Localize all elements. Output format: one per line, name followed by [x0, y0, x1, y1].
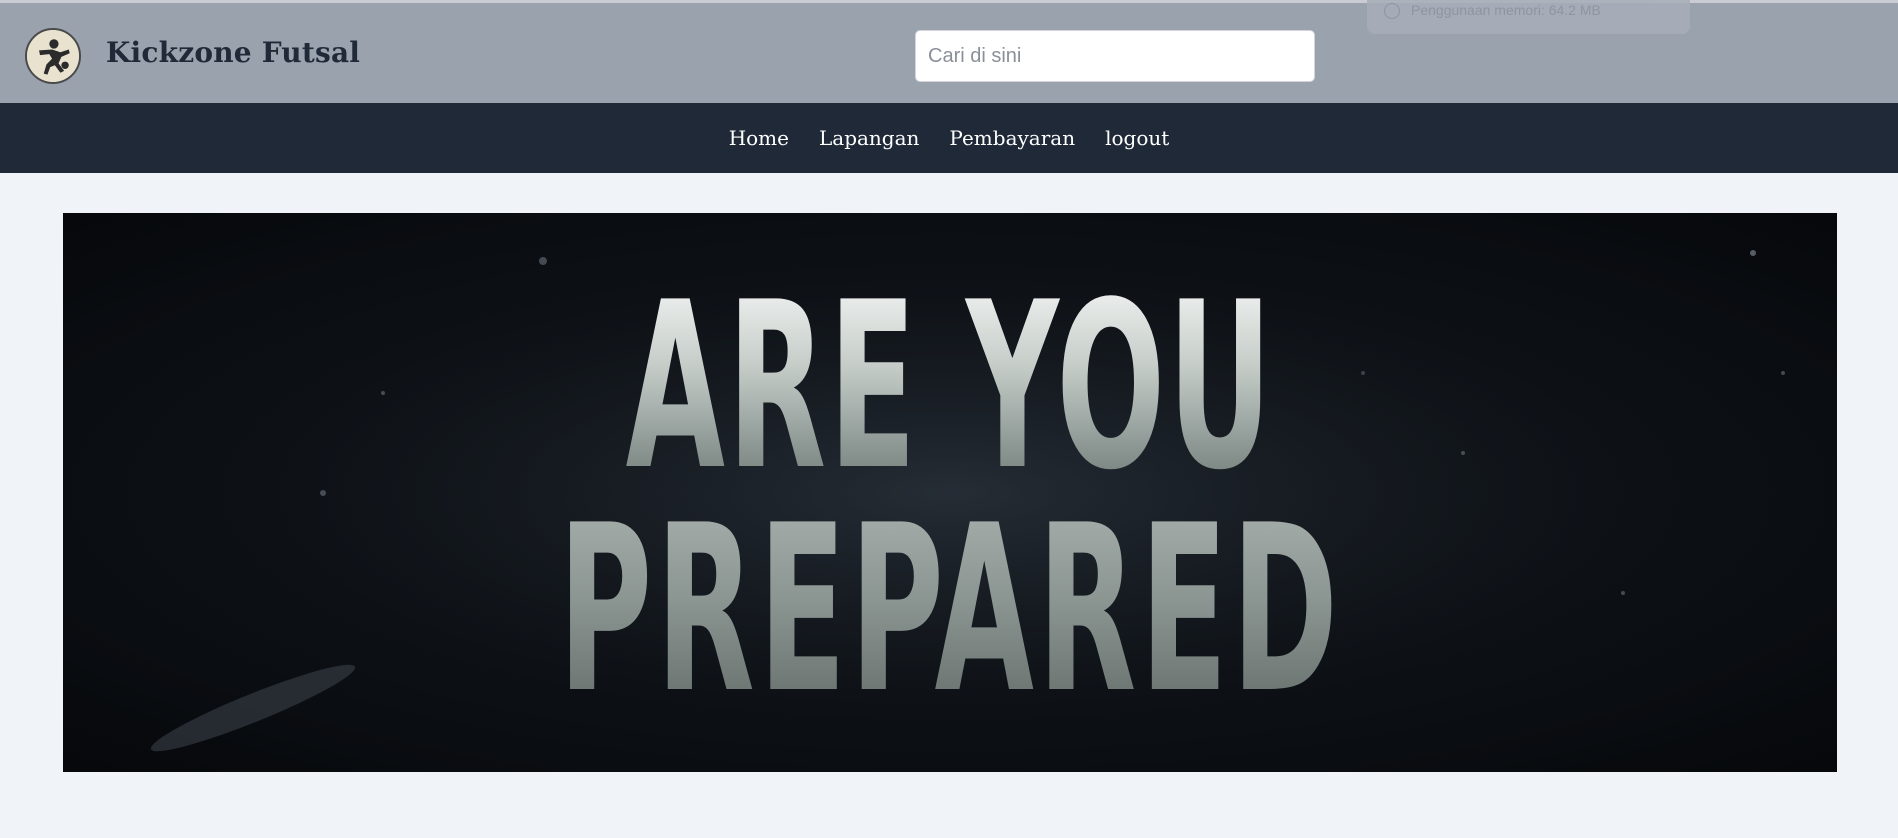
- banner-headline-line-2: PREPARED: [400, 496, 1500, 726]
- nav-logout[interactable]: logout: [1105, 126, 1169, 150]
- soccer-player-icon[interactable]: [25, 28, 81, 84]
- hero-banner: ARE YOU PREPARED: [63, 213, 1837, 772]
- nav-lapangan[interactable]: Lapangan: [819, 126, 919, 150]
- nav-home[interactable]: Home: [729, 126, 789, 150]
- search-input[interactable]: [915, 30, 1315, 82]
- gauge-icon: [1384, 3, 1400, 19]
- memory-usage-text: Penggunaan memori: 64.2 MB: [1411, 2, 1601, 18]
- nav-pembayaran[interactable]: Pembayaran: [949, 126, 1075, 150]
- site-brand-title[interactable]: Kickzone Futsal: [106, 36, 360, 69]
- main-nav: Home Lapangan Pembayaran logout: [0, 103, 1898, 173]
- memory-usage-overlay: Penggunaan memori: 64.2 MB: [1367, 0, 1690, 34]
- banner-headline-line-1: ARE YOU: [400, 273, 1500, 503]
